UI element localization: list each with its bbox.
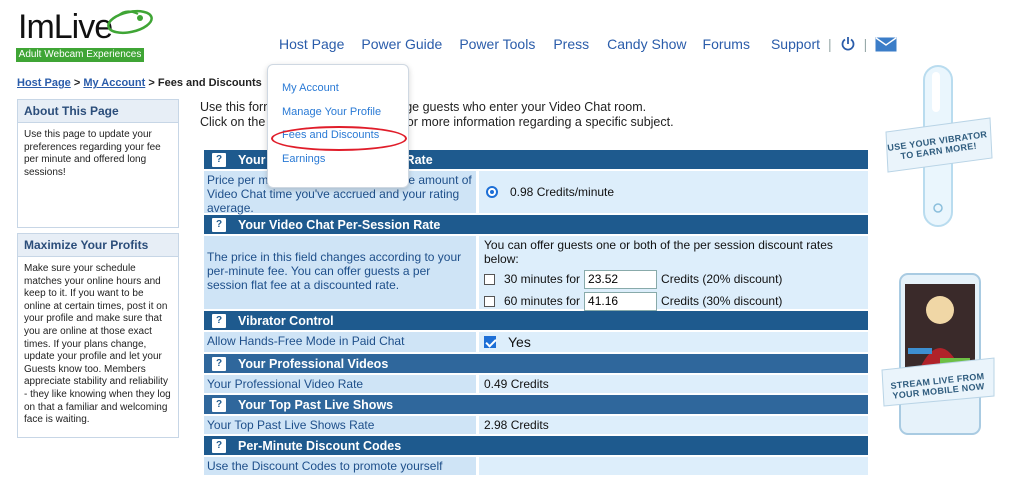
section-title-end: Rate (405, 152, 433, 167)
codes-row: Use the Discount Codes to promote yourse… (204, 457, 868, 477)
videos-row: Your Professional Video Rate 0.49 Credit… (204, 375, 868, 395)
help-icon[interactable]: ? (212, 217, 226, 232)
top-navigation: Host Page Power Guide Power Tools Press … (270, 36, 897, 52)
rate-value: 0.98 Credits/minute (510, 185, 615, 199)
vibrator-value-cell: Yes (479, 332, 868, 352)
help-icon[interactable]: ? (212, 152, 226, 167)
shows-row: Your Top Past Live Shows Rate 2.98 Credi… (204, 416, 868, 436)
maximize-profits-title: Maximize Your Profits (18, 234, 178, 257)
nav-support[interactable]: Support (771, 36, 820, 52)
intro-line1-start: Use this form (200, 100, 274, 114)
maximize-profits-box: Maximize Your Profits Make sure your sch… (17, 233, 179, 438)
session-description: The price in this field changes accordin… (204, 236, 479, 309)
session-60-suffix: Credits (30% discount) (661, 294, 783, 308)
session-30-suffix: Credits (20% discount) (661, 272, 783, 286)
help-icon[interactable]: ? (212, 313, 226, 328)
rate-desc-part1: Price per m (207, 173, 269, 187)
section-title: Your Top Past Live Shows (238, 397, 394, 412)
section-title: Per-Minute Discount Codes (238, 438, 402, 453)
power-icon[interactable] (840, 36, 856, 52)
breadcrumb-current: Fees and Discounts (157, 77, 262, 89)
vibrator-row: Allow Hands-Free Mode in Paid Chat Yes (204, 332, 868, 354)
help-icon[interactable]: ? (212, 397, 226, 412)
session-option-60: 60 minutes for Credits (30% discount) (484, 290, 863, 312)
intro-line2-start: Click on the (200, 115, 266, 129)
section-title: Vibrator Control (238, 313, 334, 328)
nav-power-tools[interactable]: Power Tools (459, 36, 535, 52)
vibrator-ad[interactable]: USE YOUR VIBRATOR TO EARN MORE! (880, 62, 996, 232)
session-30-checkbox[interactable] (484, 273, 495, 285)
nav-separator: | (863, 36, 868, 52)
intro-line2-end: for more information regarding a specifi… (403, 115, 674, 129)
section-header-shows: ? Your Top Past Live Shows (204, 395, 868, 416)
section-title: Your Video Chat Per-Session Rate (238, 217, 441, 232)
session-60-checkbox[interactable] (484, 295, 495, 307)
section-header-videos: ? Your Professional Videos (204, 354, 868, 375)
vibrator-description: Allow Hands-Free Mode in Paid Chat (204, 332, 479, 352)
codes-description: Use the Discount Codes to promote yourse… (204, 457, 479, 475)
logo-swoosh-icon (107, 9, 153, 35)
menu-item-my-account[interactable]: My Account (268, 81, 408, 105)
logo-tagline: Adult Webcam Experiences (16, 48, 144, 62)
breadcrumb-separator: > (148, 77, 155, 89)
section-header-session: ? Your Video Chat Per-Session Rate (204, 215, 868, 236)
videos-value: 0.49 Credits (479, 375, 868, 393)
mail-icon[interactable] (875, 36, 897, 52)
help-icon[interactable]: ? (212, 438, 226, 453)
shows-value: 2.98 Credits (479, 416, 868, 434)
breadcrumb-my-account[interactable]: My Account (83, 77, 145, 89)
section-header-vibrator: ? Vibrator Control (204, 311, 868, 332)
section-title: Your Professional Videos (238, 356, 389, 371)
breadcrumb-separator: > (73, 77, 81, 89)
shows-description: Your Top Past Live Shows Rate (204, 416, 479, 434)
about-page-text: Use this page to update your preferences… (24, 129, 161, 178)
nav-candy-show[interactable]: Candy Show (607, 36, 686, 52)
nav-separator: | (828, 36, 832, 52)
rate-radio[interactable] (486, 186, 498, 198)
nav-power-guide[interactable]: Power Guide (361, 36, 442, 52)
menu-item-earnings[interactable]: Earnings (268, 152, 408, 176)
rate-value-cell: 0.98 Credits/minute (479, 171, 868, 213)
section-title-start: Your (238, 152, 266, 167)
breadcrumb-host-page[interactable]: Host Page (17, 77, 71, 89)
session-row: The price in this field changes accordin… (204, 236, 868, 311)
session-intro: You can offer guests one or both of the … (484, 238, 833, 266)
session-30-price-input[interactable] (584, 269, 658, 289)
section-header-codes: ? Per-Minute Discount Codes (204, 436, 868, 457)
session-60-price-input[interactable] (584, 291, 658, 311)
session-option-30: 30 minutes for Credits (20% discount) (484, 268, 863, 290)
session-options-cell: You can offer guests one or both of the … (479, 236, 868, 312)
about-page-box: About This Page Use this page to update … (17, 99, 179, 228)
logo-brand: ImLive (18, 8, 113, 46)
site-logo[interactable]: ImLive Adult Webcam Experiences (16, 6, 153, 62)
session-30-label: 30 minutes for (504, 272, 581, 286)
session-60-label: 60 minutes for (504, 294, 581, 308)
vibrator-checkbox[interactable] (484, 336, 496, 348)
vibrator-value: Yes (508, 334, 531, 350)
nav-host-page[interactable]: Host Page (279, 36, 344, 52)
highlight-annotation (271, 126, 407, 151)
mobile-ad[interactable]: STREAM LIVE FROM YOUR MOBILE NOW (880, 272, 996, 438)
maximize-profits-text: Make sure your schedule matches your onl… (24, 263, 171, 426)
mobile-phone-icon (881, 273, 995, 435)
menu-item-manage-profile[interactable]: Manage Your Profile (268, 105, 408, 129)
help-icon[interactable]: ? (212, 356, 226, 371)
fees-table: ? Your Rate Price per m the amount of Vid… (204, 150, 868, 477)
about-page-title: About This Page (18, 100, 178, 123)
videos-description: Your Professional Video Rate (204, 375, 479, 393)
breadcrumb: Host Page > My Account > Fees and Discou… (17, 77, 262, 89)
codes-value-cell (479, 457, 868, 475)
nav-press[interactable]: Press (553, 36, 589, 52)
nav-forums[interactable]: Forums (703, 36, 750, 52)
